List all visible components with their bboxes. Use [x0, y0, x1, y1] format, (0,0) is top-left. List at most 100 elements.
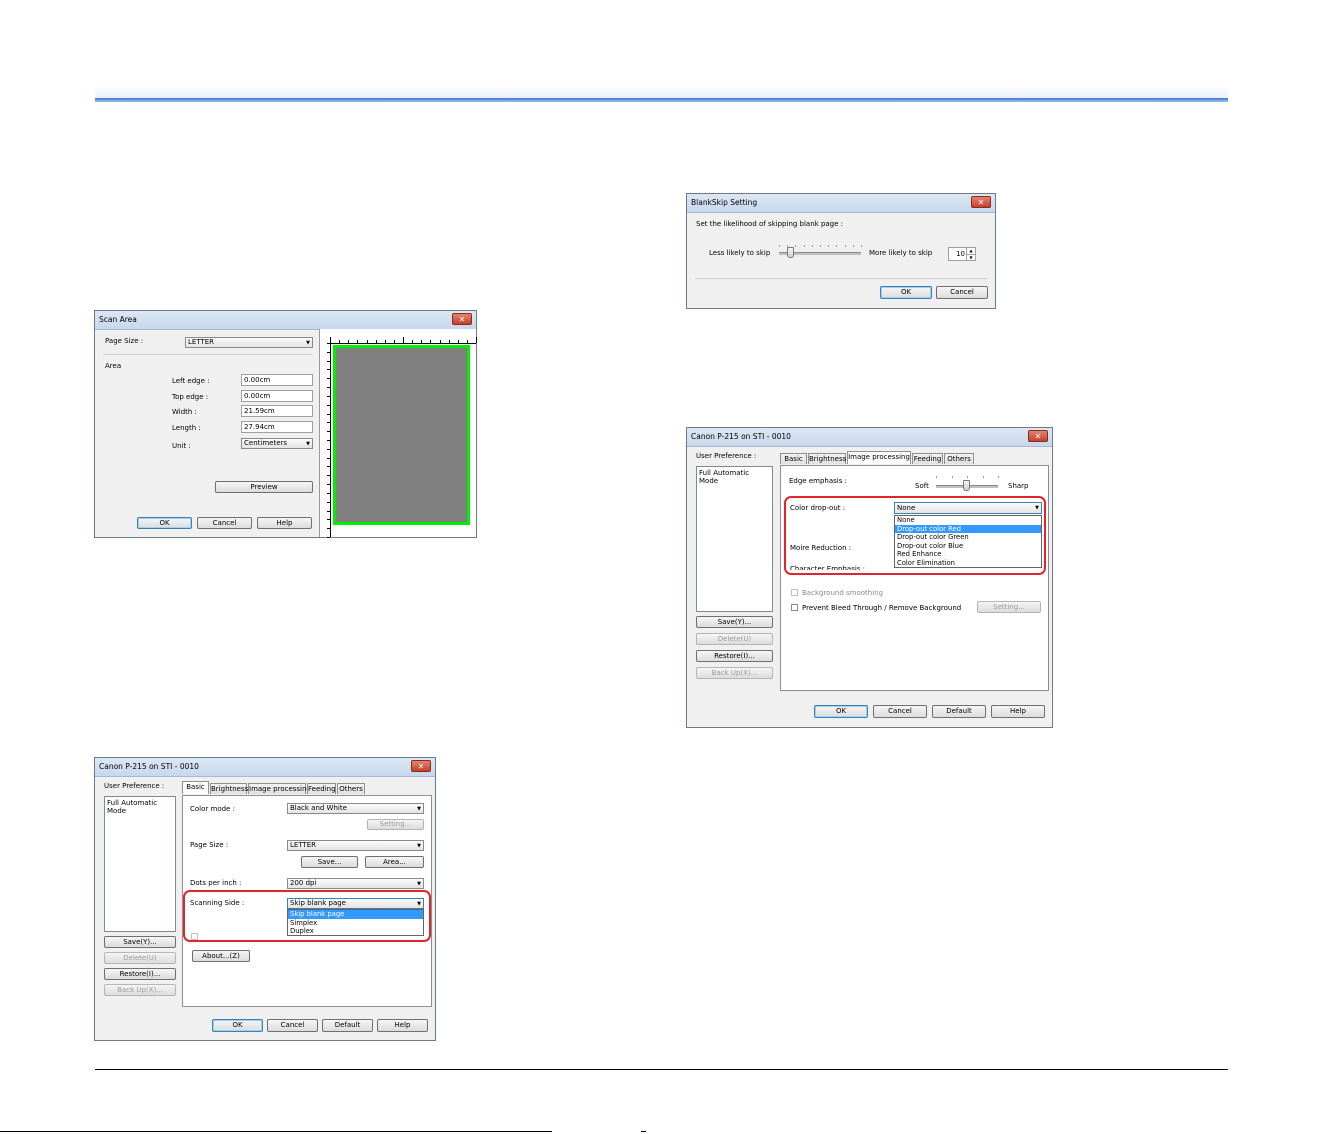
edge-emphasis-slider[interactable]: [936, 475, 999, 491]
help-button[interactable]: Help: [991, 705, 1045, 718]
page-save-button[interactable]: Save...: [301, 856, 358, 868]
save-preference-button[interactable]: Save(Y)...: [696, 616, 773, 628]
skip-value: 10: [956, 250, 965, 258]
tab-image-processing[interactable]: Image processing: [248, 783, 311, 794]
hidden-checkbox[interactable]: [191, 933, 198, 940]
preview-pane: [319, 329, 477, 538]
tab-image-processing[interactable]: Image processing: [847, 451, 911, 464]
scanning-side-select[interactable]: Skip blank page ▼: [287, 898, 424, 909]
restore-preference-button[interactable]: Restore(I)...: [696, 650, 773, 662]
delete-preference-button[interactable]: Delete(U): [696, 633, 773, 645]
divider: [103, 354, 313, 355]
tab-feeding[interactable]: Feeding: [912, 453, 943, 464]
color-setting-button[interactable]: Setting...: [367, 819, 424, 830]
backup-preference-button[interactable]: Back Up(X)...: [104, 984, 176, 996]
tab-others[interactable]: Others: [337, 783, 365, 794]
default-button[interactable]: Default: [932, 705, 986, 718]
page-size-select[interactable]: LETTER ▼: [185, 337, 313, 348]
close-button[interactable]: ✕: [971, 196, 991, 208]
color-mode-select[interactable]: Black and White ▼: [287, 803, 424, 814]
backup-preference-button[interactable]: Back Up(X)...: [696, 667, 773, 679]
tab-feeding[interactable]: Feeding: [307, 783, 336, 794]
driver-dialog-basic: Canon P-215 on STI - 0010 ✕ User Prefere…: [94, 757, 436, 1041]
help-button[interactable]: Help: [257, 517, 312, 529]
skip-slider[interactable]: [779, 242, 862, 260]
ruler-tick: [327, 449, 330, 450]
user-preference-list[interactable]: Full Automatic Mode: [104, 796, 176, 932]
color-dropout-select[interactable]: None ▼: [894, 502, 1042, 514]
page-area-button[interactable]: Area...: [365, 856, 424, 868]
help-button[interactable]: Help: [377, 1019, 428, 1032]
unit-select[interactable]: Centimeters ▼: [241, 438, 313, 449]
scanning-side-dropdown-list[interactable]: Skip blank page Simplex Duplex: [287, 909, 424, 936]
scan-preview-image[interactable]: [333, 345, 470, 525]
prevent-bleed-checkbox[interactable]: [791, 604, 798, 611]
dropdown-option-green[interactable]: Drop-out color Green: [895, 533, 1041, 542]
preview-button[interactable]: Preview: [215, 481, 313, 493]
delete-preference-button[interactable]: Delete(U): [104, 952, 176, 964]
skip-value-spinner[interactable]: 10 ▲ ▼: [948, 247, 976, 261]
dropdown-option-simplex[interactable]: Simplex: [288, 919, 423, 928]
close-button[interactable]: ✕: [411, 760, 431, 772]
slider-thumb[interactable]: [963, 480, 970, 491]
header-glow: [95, 86, 1228, 98]
restore-preference-button[interactable]: Restore(I)...: [104, 968, 176, 980]
save-label: Save(Y)...: [123, 938, 157, 946]
left-edge-input[interactable]: 0.00cm: [241, 374, 313, 386]
close-button[interactable]: ✕: [1028, 430, 1048, 442]
length-input[interactable]: 27.94cm: [241, 421, 313, 433]
more-likely-label: More likely to skip: [869, 249, 933, 257]
page-size-select[interactable]: LETTER ▼: [287, 840, 424, 851]
tab-basic[interactable]: Basic: [182, 781, 209, 794]
dropdown-option-none[interactable]: None: [895, 516, 1041, 525]
user-preference-list[interactable]: Full Automatic Mode: [696, 466, 773, 612]
slider-tick: [828, 245, 829, 247]
save-preference-button[interactable]: Save(Y)...: [104, 936, 176, 948]
slider-tick: [845, 245, 846, 247]
cancel-button[interactable]: Cancel: [197, 517, 252, 529]
close-icon: ✕: [417, 762, 425, 771]
ok-button[interactable]: OK: [814, 705, 868, 718]
list-item[interactable]: Full Automatic Mode: [107, 799, 173, 815]
ok-button[interactable]: OK: [880, 286, 932, 299]
setting-label: Setting...: [993, 603, 1025, 611]
dropdown-option-skip-blank[interactable]: Skip blank page: [288, 910, 423, 919]
tab-others[interactable]: Others: [944, 453, 974, 464]
top-edge-input[interactable]: 0.00cm: [241, 390, 313, 402]
cancel-button[interactable]: Cancel: [267, 1019, 318, 1032]
ok-button[interactable]: OK: [212, 1019, 263, 1032]
tab-basic[interactable]: Basic: [780, 453, 807, 464]
ok-button[interactable]: OK: [137, 517, 192, 529]
about-button[interactable]: About...(Z): [192, 950, 250, 962]
color-dropout-dropdown-list[interactable]: None Drop-out color Red Drop-out color G…: [894, 515, 1042, 568]
tab-brightness[interactable]: Brightness: [210, 783, 248, 794]
scanning-side-value: Skip blank page: [290, 899, 346, 907]
list-item[interactable]: Full Automatic Mode: [699, 469, 770, 485]
default-button[interactable]: Default: [322, 1019, 373, 1032]
ok-label: OK: [232, 1021, 243, 1029]
background-smoothing-checkbox[interactable]: [791, 589, 798, 596]
cancel-button[interactable]: Cancel: [873, 705, 927, 718]
dropdown-option-red[interactable]: Drop-out color Red: [895, 524, 1041, 533]
tab-brightness[interactable]: Brightness: [808, 453, 846, 464]
tab-label: Image processing: [249, 785, 311, 793]
dropdown-option-blue[interactable]: Drop-out color Blue: [895, 542, 1041, 551]
title-bar: Canon P-215 on STI - 0010 ✕: [687, 428, 1052, 447]
cancel-button[interactable]: Cancel: [936, 286, 988, 299]
title-bar: Canon P-215 on STI - 0010 ✕: [95, 758, 435, 777]
spin-down-icon[interactable]: ▼: [966, 254, 975, 261]
dropdown-option-red-enhance[interactable]: Red Enhance: [895, 550, 1041, 559]
unit-label: Unit :: [172, 442, 191, 450]
area-label: Area...: [383, 858, 406, 866]
close-button[interactable]: ✕: [452, 313, 472, 325]
dropdown-option-color-elimination[interactable]: Color Elimination: [895, 559, 1041, 568]
dropdown-option-duplex[interactable]: Duplex: [288, 927, 423, 936]
width-input[interactable]: 21.59cm: [241, 405, 313, 417]
bleed-setting-button[interactable]: Setting...: [977, 601, 1041, 613]
ruler-tick: [327, 493, 330, 494]
tab-label: Brightness: [809, 455, 847, 463]
length-value: 27.94cm: [244, 423, 275, 431]
slider-thumb[interactable]: [787, 247, 794, 258]
dpi-select[interactable]: 200 dpi ▼: [287, 878, 424, 889]
chevron-down-icon: ▼: [417, 842, 421, 849]
